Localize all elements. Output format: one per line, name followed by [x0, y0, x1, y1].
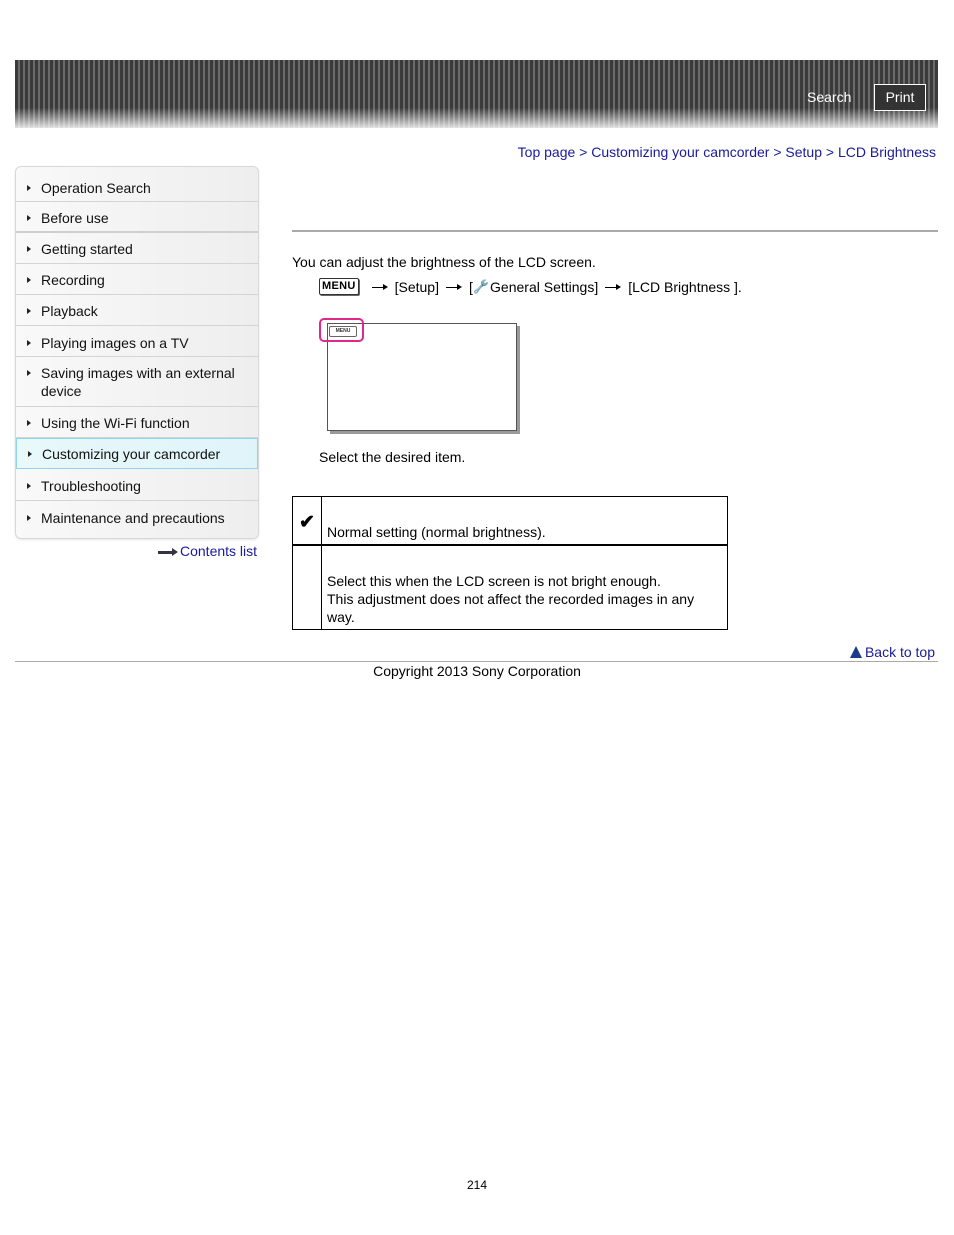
print-button[interactable]: Print: [874, 84, 926, 111]
sidebar-item-getting-started[interactable]: Getting started: [16, 233, 258, 264]
breadcrumb-separator: >: [825, 144, 835, 160]
sidebar-item-maintenance[interactable]: Maintenance and precautions: [16, 501, 258, 538]
triangle-right-icon: [27, 515, 31, 521]
menu-path: MENU [Setup] [🔧 General Settings] [LCD Br…: [319, 278, 742, 295]
path-step-general-settings: General Settings]: [490, 278, 599, 295]
arrow-right-icon: [371, 283, 388, 291]
sidebar-item-customizing[interactable]: Customizing your camcorder: [16, 438, 258, 469]
sidebar-item-label: Using the Wi-Fi function: [41, 415, 190, 431]
highlight-frame: [319, 318, 364, 342]
path-step-setup: [Setup]: [394, 278, 439, 295]
breadcrumb-lcd-brightness[interactable]: LCD Brightness: [838, 144, 936, 160]
breadcrumb-customizing[interactable]: Customizing your camcorder: [591, 144, 769, 160]
sidebar-item-label: Getting started: [41, 241, 133, 257]
option-description-line: Normal setting (normal brightness).: [327, 524, 546, 540]
wrench-icon: 🔧: [472, 278, 490, 294]
option-icon-cell: [292, 544, 322, 630]
option-icon-cell: ✔: [292, 496, 322, 546]
triangle-right-icon: [27, 215, 31, 221]
option-description-line: This adjustment does not affect the reco…: [327, 591, 695, 625]
arrow-right-icon: [445, 283, 462, 291]
sidebar-item-wifi[interactable]: Using the Wi-Fi function: [16, 407, 258, 438]
title-divider: [292, 230, 938, 232]
option-description: Select this when the LCD screen is not b…: [321, 544, 728, 630]
breadcrumb-separator: >: [773, 144, 782, 160]
sidebar-item-label: Troubleshooting: [41, 478, 141, 494]
sidebar-item-playback[interactable]: Playback: [16, 295, 258, 326]
sidebar-item-recording[interactable]: Recording: [16, 264, 258, 295]
back-to-top-label: Back to top: [864, 644, 935, 660]
breadcrumb-setup[interactable]: Setup: [785, 144, 822, 160]
sidebar-item-operation-search[interactable]: Operation Search: [16, 167, 258, 202]
arrow-right-icon: [605, 283, 622, 291]
sidebar-item-label: Recording: [41, 272, 105, 288]
triangle-right-icon: [27, 420, 31, 426]
select-instruction: Select the desired item.: [319, 449, 466, 465]
sidebar-nav: Operation Search Before use Getting star…: [15, 166, 259, 539]
sidebar-item-playing-images-tv[interactable]: Playing images on a TV: [16, 326, 258, 357]
sidebar-item-label: Maintenance and precautions: [41, 510, 225, 526]
contents-list-link[interactable]: Contents list: [158, 543, 257, 559]
triangle-right-icon: [28, 451, 32, 457]
footer-divider: [15, 661, 938, 662]
checkmark-icon: ✔: [299, 512, 315, 533]
triangle-right-icon: [27, 483, 31, 489]
breadcrumb-top-page[interactable]: Top page: [518, 144, 576, 160]
triangle-right-icon: [27, 246, 31, 252]
triangle-right-icon: [27, 340, 31, 346]
header-bar: [15, 60, 938, 128]
sidebar-item-saving-images[interactable]: Saving images with an external device: [16, 357, 258, 407]
arrow-right-icon: [158, 548, 178, 557]
option-description-line: Select this when the LCD screen is not b…: [327, 573, 661, 589]
path-step-lcd-brightness: [LCD Brightness ].: [628, 278, 742, 295]
sidebar-item-label: Operation Search: [41, 180, 151, 196]
search-link[interactable]: Search: [807, 89, 851, 105]
back-to-top-link[interactable]: Back to top: [849, 644, 935, 660]
sidebar-item-label: Playback: [41, 303, 98, 319]
contents-list-label: Contents list: [180, 543, 258, 559]
options-table: ✔ Normal setting (normal brightness). Se…: [292, 496, 728, 630]
sidebar-item-label: Before use: [41, 210, 109, 226]
table-row: Select this when the LCD screen is not b…: [292, 544, 728, 630]
triangle-right-icon: [27, 308, 31, 314]
sidebar-item-label: Saving images with an external device: [41, 365, 235, 399]
intro-text: You can adjust the brightness of the LCD…: [292, 254, 596, 270]
breadcrumb-separator: >: [579, 144, 588, 160]
sidebar-item-label: Playing images on a TV: [41, 335, 189, 351]
option-description: Normal setting (normal brightness).: [321, 496, 728, 546]
triangle-up-icon: [849, 646, 862, 658]
triangle-right-icon: [27, 277, 31, 283]
menu-button-icon: MENU: [319, 278, 359, 295]
sidebar-item-troubleshooting[interactable]: Troubleshooting: [16, 469, 258, 501]
sidebar-item-before-use[interactable]: Before use: [16, 202, 258, 233]
triangle-right-icon: [27, 185, 31, 191]
page-number: 214: [466, 1178, 488, 1192]
breadcrumb: Top page > Customizing your camcorder > …: [518, 144, 936, 160]
triangle-right-icon: [27, 370, 31, 376]
table-row: ✔ Normal setting (normal brightness).: [292, 496, 728, 546]
copyright-text: Copyright 2013 Sony Corporation: [373, 663, 581, 679]
sidebar-item-label: Customizing your camcorder: [42, 446, 221, 462]
